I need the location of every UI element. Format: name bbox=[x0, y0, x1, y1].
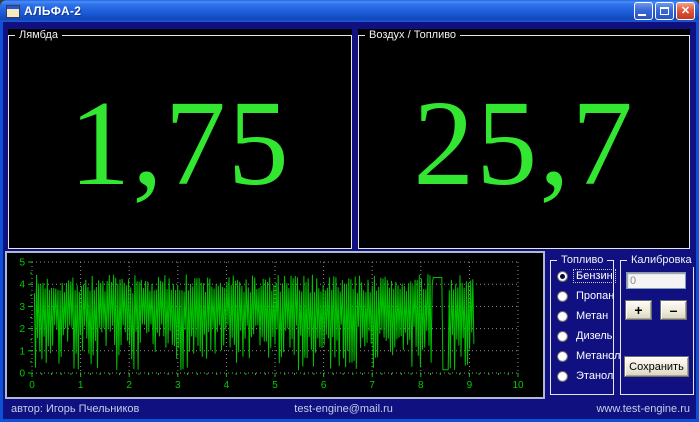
lambda-chart-svg: 0 1 2 3 4 5 0 1 2 3 4 5 6 7 8 9 10 bbox=[19, 258, 524, 392]
radio-etanol[interactable]: Этанол bbox=[557, 369, 616, 383]
calibration-group: Калибровка + – Сохранить bbox=[620, 254, 696, 395]
svg-text:5: 5 bbox=[19, 258, 25, 269]
air-fuel-value: 25,7 bbox=[413, 76, 635, 211]
app-window: АЛЬФА-2 ✕ Лямбда 1,75 Воздух / Топливо 2… bbox=[0, 0, 699, 422]
fuel-caption: Топливо bbox=[557, 254, 608, 267]
svg-text:8: 8 bbox=[418, 380, 424, 391]
window-titlebar: АЛЬФА-2 ✕ bbox=[0, 0, 699, 22]
svg-text:5: 5 bbox=[272, 380, 278, 391]
radio-propan-label: Пропан bbox=[576, 290, 615, 302]
calibration-minus-button[interactable]: – bbox=[660, 300, 687, 320]
fuel-group: Топливо Бензин Пропан Метан Дизель Метан… bbox=[550, 254, 620, 395]
window-title: АЛЬФА-2 bbox=[24, 4, 82, 18]
svg-text:1: 1 bbox=[78, 380, 84, 391]
radio-dizel-label: Дизель bbox=[576, 330, 613, 342]
air-fuel-display-group: Воздух / Топливо 25,7 bbox=[358, 29, 690, 249]
lambda-caption: Лямбда bbox=[15, 29, 62, 42]
svg-text:7: 7 bbox=[369, 380, 375, 391]
svg-text:4: 4 bbox=[19, 280, 25, 291]
app-icon-bar bbox=[7, 5, 19, 9]
close-icon: ✕ bbox=[680, 4, 691, 17]
calibration-caption: Калибровка bbox=[627, 254, 696, 267]
svg-text:2: 2 bbox=[19, 324, 25, 335]
radio-benzin[interactable]: Бензин bbox=[557, 269, 616, 283]
svg-text:1: 1 bbox=[19, 346, 25, 357]
maximize-button[interactable] bbox=[655, 2, 674, 20]
svg-text:6: 6 bbox=[321, 380, 327, 391]
author-label: автор: Игорь Пчельников bbox=[11, 403, 140, 415]
radio-icon bbox=[557, 310, 568, 322]
email-label: test-engine@mail.ru bbox=[294, 403, 393, 415]
save-button[interactable]: Сохранить bbox=[624, 356, 689, 377]
radio-metan-label: Метан bbox=[576, 310, 609, 322]
radio-dizel[interactable]: Дизель bbox=[557, 329, 615, 343]
radio-icon bbox=[557, 290, 568, 302]
statusbar: автор: Игорь Пчельников test-engine@mail… bbox=[3, 401, 696, 419]
radio-metanol-label: Метанол bbox=[576, 350, 621, 362]
app-icon bbox=[6, 4, 20, 18]
svg-text:3: 3 bbox=[19, 302, 25, 313]
svg-text:2: 2 bbox=[126, 380, 132, 391]
radio-icon bbox=[557, 370, 568, 382]
radio-etanol-label: Этанол bbox=[576, 370, 614, 382]
calibration-input[interactable] bbox=[626, 272, 686, 289]
air-fuel-caption: Воздух / Топливо bbox=[365, 29, 461, 42]
radio-metan[interactable]: Метан bbox=[557, 309, 611, 323]
site-label: www.test-engine.ru bbox=[596, 403, 690, 415]
radio-propan[interactable]: Пропан bbox=[557, 289, 617, 303]
radio-metanol[interactable]: Метанол bbox=[557, 349, 623, 363]
close-button[interactable]: ✕ bbox=[676, 2, 695, 20]
maximize-icon bbox=[660, 7, 669, 15]
calibration-plus-button[interactable]: + bbox=[625, 300, 652, 320]
window-body: Лямбда 1,75 Воздух / Топливо 25,7 0 1 2 3 4 5… bbox=[3, 22, 696, 419]
svg-text:10: 10 bbox=[512, 380, 524, 391]
svg-text:3: 3 bbox=[175, 380, 181, 391]
svg-text:9: 9 bbox=[467, 380, 473, 391]
svg-text:0: 0 bbox=[29, 380, 35, 391]
window-controls: ✕ bbox=[634, 2, 695, 20]
radio-benzin-label: Бензин bbox=[573, 269, 616, 283]
radio-icon bbox=[557, 270, 568, 282]
radio-icon bbox=[557, 330, 568, 342]
svg-text:0: 0 bbox=[19, 369, 25, 380]
minimize-icon bbox=[638, 14, 646, 16]
svg-text:4: 4 bbox=[224, 380, 230, 391]
radio-icon bbox=[557, 350, 568, 362]
lambda-display-group: Лямбда 1,75 bbox=[8, 29, 352, 249]
minimize-button[interactable] bbox=[634, 2, 653, 20]
lambda-value: 1,75 bbox=[69, 76, 291, 211]
lambda-chart: 0 1 2 3 4 5 0 1 2 3 4 5 6 7 8 9 10 bbox=[5, 251, 545, 399]
